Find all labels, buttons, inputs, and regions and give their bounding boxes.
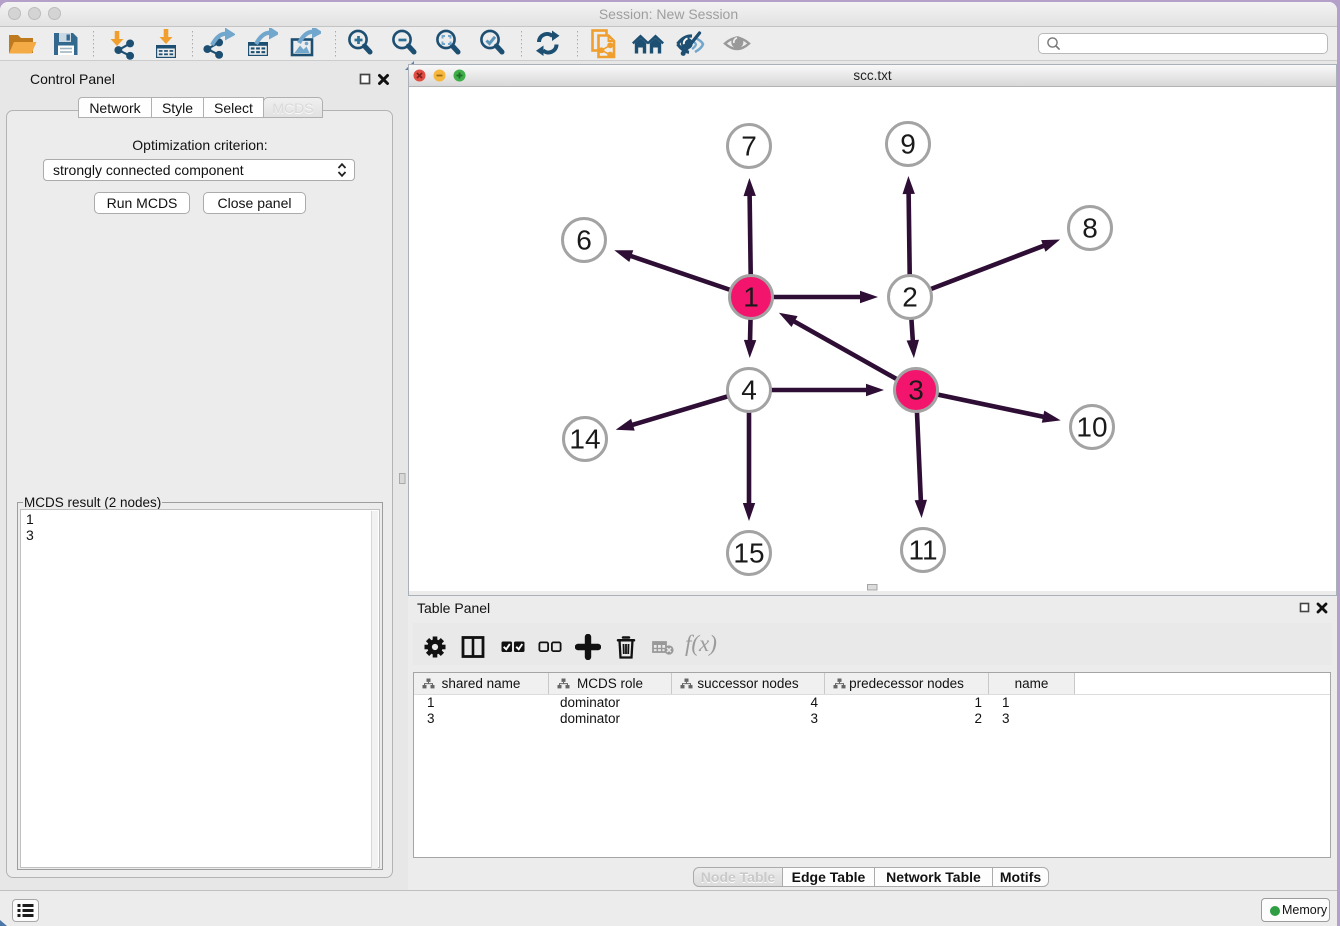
svg-text:15: 15 xyxy=(733,538,764,569)
svg-text:6: 6 xyxy=(576,225,592,256)
svg-text:9: 9 xyxy=(900,129,916,160)
svg-text:8: 8 xyxy=(1082,213,1098,244)
svg-text:1: 1 xyxy=(743,282,759,313)
svg-text:10: 10 xyxy=(1076,412,1107,443)
svg-text:14: 14 xyxy=(569,424,600,455)
svg-text:7: 7 xyxy=(741,131,757,162)
svg-text:3: 3 xyxy=(908,375,924,406)
svg-text:2: 2 xyxy=(902,282,918,313)
svg-text:11: 11 xyxy=(908,535,937,566)
svg-text:4: 4 xyxy=(741,375,757,406)
